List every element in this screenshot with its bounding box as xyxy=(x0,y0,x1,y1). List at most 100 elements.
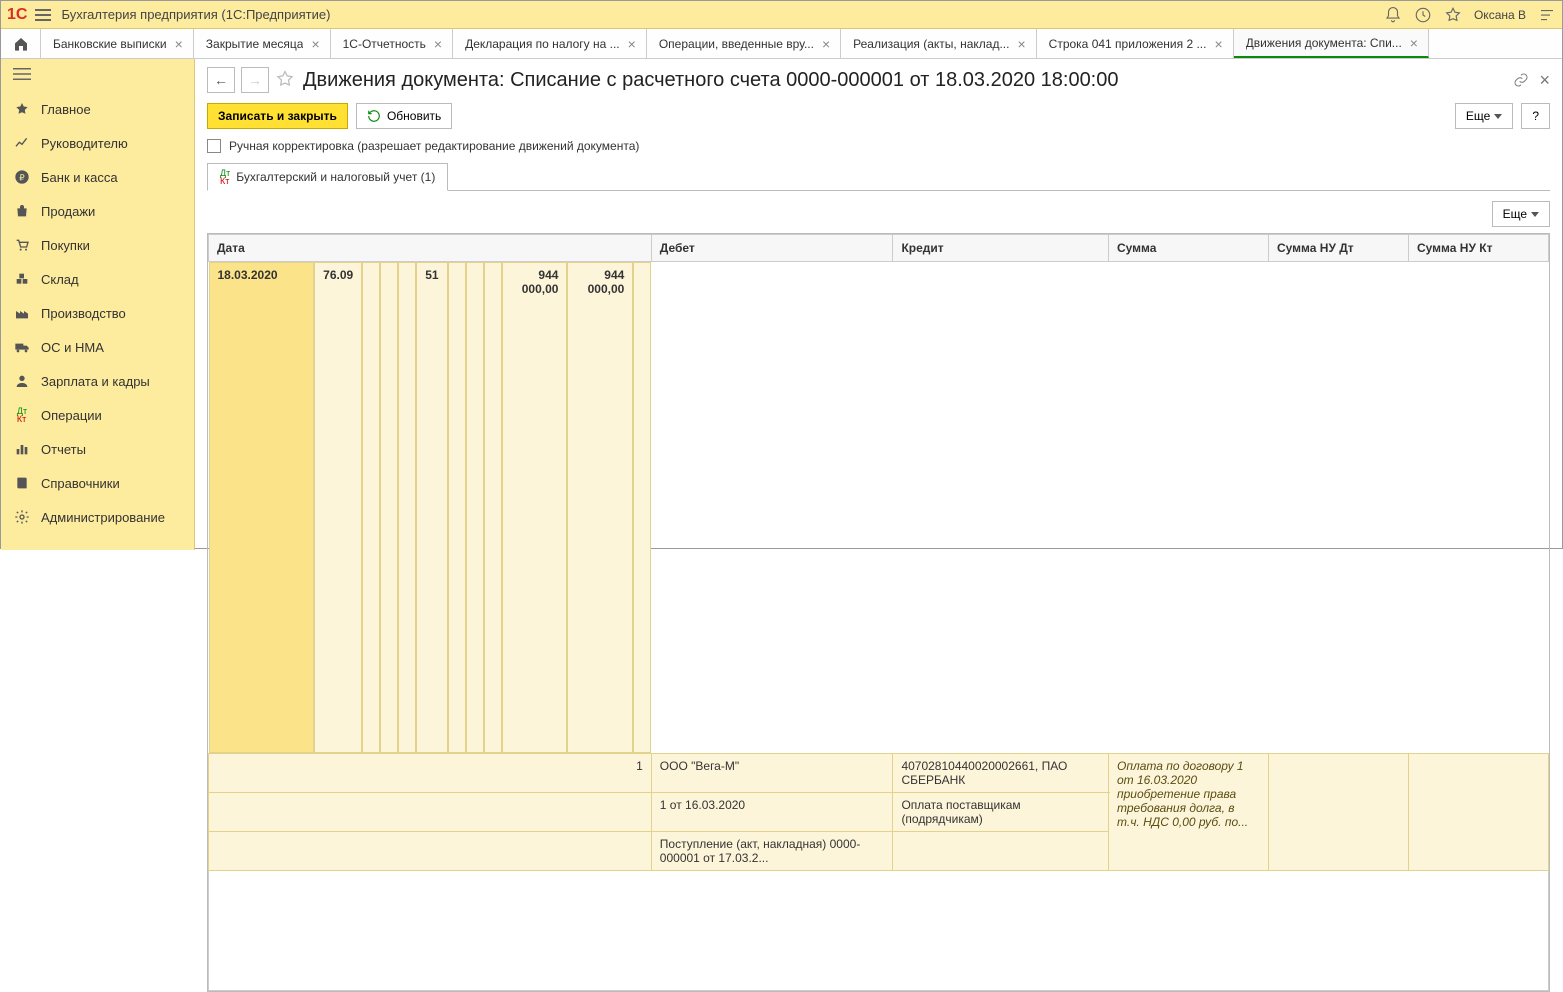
person-icon xyxy=(13,372,31,390)
manual-edit-label: Ручная корректировка (разрешает редактир… xyxy=(229,139,639,153)
close-icon[interactable]: × xyxy=(175,37,183,51)
app-title: Бухгалтерия предприятия (1С:Предприятие) xyxy=(61,7,330,22)
nav-back-button[interactable]: ← xyxy=(207,67,235,93)
close-icon[interactable]: × xyxy=(1017,37,1025,51)
cell-sum-nu-dt: 944 000,00 xyxy=(567,262,633,753)
panel-icon[interactable] xyxy=(1538,6,1556,24)
sidebar-item-main[interactable]: Главное xyxy=(1,92,194,126)
close-icon[interactable]: × xyxy=(434,37,442,51)
tab-tax-declaration[interactable]: Декларация по налогу на ...× xyxy=(453,29,647,58)
cell-debit-sub2: 1 от 16.03.2020 xyxy=(651,793,893,832)
bell-icon[interactable] xyxy=(1384,6,1402,24)
tab-document-movements[interactable]: Движения документа: Спи...× xyxy=(1234,29,1429,58)
col-sum-nu-kt[interactable]: Сумма НУ Кт xyxy=(1409,235,1549,262)
sidebar-item-sales[interactable]: Продажи xyxy=(1,194,194,228)
sidebar-item-admin[interactable]: Администрирование xyxy=(1,500,194,534)
sidebar-item-assets[interactable]: ОС и НМА xyxy=(1,330,194,364)
sidebar-item-label: Руководителю xyxy=(41,136,128,151)
sidebar-item-label: Банк и касса xyxy=(41,170,118,185)
tab-line-041[interactable]: Строка 041 приложения 2 ...× xyxy=(1037,29,1234,58)
menu-icon[interactable] xyxy=(35,9,51,21)
sidebar-item-catalogs[interactable]: Справочники xyxy=(1,466,194,500)
history-icon[interactable] xyxy=(1414,6,1432,24)
gear-icon xyxy=(13,508,31,526)
table-row[interactable]: 1 ООО "Вега-М" 40702810440020002661, ПАО… xyxy=(209,754,1549,793)
tab-realization[interactable]: Реализация (акты, наклад...× xyxy=(841,29,1037,58)
app-logo-icon: 1C xyxy=(7,6,27,24)
col-sum-nu-dt[interactable]: Сумма НУ Дт xyxy=(1269,235,1409,262)
svg-text:₽: ₽ xyxy=(19,172,25,182)
sidebar-item-purchases[interactable]: Покупки xyxy=(1,228,194,262)
document-tabs: Банковские выписки× Закрытие месяца× 1С-… xyxy=(1,29,1562,59)
col-debit[interactable]: Дебет xyxy=(651,235,893,262)
nav-forward-button[interactable]: → xyxy=(241,67,269,93)
home-tab[interactable] xyxy=(1,29,41,58)
tab-accounting[interactable]: ДтКт Бухгалтерский и налоговый учет (1) xyxy=(207,163,448,191)
close-icon[interactable]: × xyxy=(1214,37,1222,51)
user-name[interactable]: Оксана В xyxy=(1474,8,1526,22)
tab-manual-operations[interactable]: Операции, введенные вру...× xyxy=(647,29,841,58)
close-page-icon[interactable]: × xyxy=(1539,70,1550,91)
cell-debit-account: 76.09 xyxy=(314,262,362,753)
content: ← → Движения документа: Списание с расче… xyxy=(195,59,1562,550)
ruble-icon: ₽ xyxy=(13,168,31,186)
sidebar: Главное Руководителю ₽ Банк и касса Прода… xyxy=(1,59,195,550)
grid-empty-area xyxy=(208,871,1549,991)
boxes-icon xyxy=(13,270,31,288)
link-icon[interactable] xyxy=(1513,72,1529,88)
bars-icon xyxy=(13,440,31,458)
table-more-button[interactable]: Еще xyxy=(1492,201,1550,227)
sidebar-item-label: Справочники xyxy=(41,476,120,491)
cell-credit-sub2: Оплата поставщикам (подрядчикам) xyxy=(893,793,1109,832)
page-title: Движения документа: Списание с расчетног… xyxy=(303,69,1119,92)
table-row[interactable]: 18.03.2020 76.09 51 944 000,00 944 000,0… xyxy=(209,262,652,753)
col-date[interactable]: Дата xyxy=(209,235,652,262)
save-close-button[interactable]: Записать и закрыть xyxy=(207,103,348,129)
heading-row: ← → Движения документа: Списание с расче… xyxy=(207,67,1550,93)
dtkt-icon: ДтКт xyxy=(13,406,31,424)
cell-date: 18.03.2020 xyxy=(209,262,315,753)
chevron-down-icon xyxy=(1531,212,1539,217)
sidebar-item-warehouse[interactable]: Склад xyxy=(1,262,194,296)
help-button[interactable]: ? xyxy=(1521,103,1550,129)
manual-edit-checkbox-row: Ручная корректировка (разрешает редактир… xyxy=(207,139,1550,153)
sidebar-item-manager[interactable]: Руководителю xyxy=(1,126,194,160)
accounting-grid: Дата Дебет Кредит Сумма Сумма НУ Дт Сумм… xyxy=(207,233,1550,992)
close-icon[interactable]: × xyxy=(1410,36,1418,50)
titlebar: 1C Бухгалтерия предприятия (1С:Предприят… xyxy=(1,1,1562,29)
col-credit[interactable]: Кредит xyxy=(893,235,1109,262)
tab-1c-reporting[interactable]: 1С-Отчетность× xyxy=(331,29,453,58)
col-sum[interactable]: Сумма xyxy=(1109,235,1269,262)
close-icon[interactable]: × xyxy=(311,37,319,51)
star-icon[interactable] xyxy=(1444,6,1462,24)
close-icon[interactable]: × xyxy=(628,37,636,51)
sidebar-item-operations[interactable]: ДтКтОперации xyxy=(1,398,194,432)
tab-bank-statements[interactable]: Банковские выписки× xyxy=(41,29,194,58)
sidebar-item-label: Отчеты xyxy=(41,442,86,457)
sidebar-item-production[interactable]: Производство xyxy=(1,296,194,330)
tab-month-close[interactable]: Закрытие месяца× xyxy=(194,29,331,58)
refresh-button[interactable]: Обновить xyxy=(356,103,452,129)
table-header-row: Дата Дебет Кредит Сумма Сумма НУ Дт Сумм… xyxy=(209,235,1549,262)
close-icon[interactable]: × xyxy=(822,37,830,51)
factory-icon xyxy=(13,304,31,322)
chevron-down-icon xyxy=(1494,114,1502,119)
more-button[interactable]: Еще xyxy=(1455,103,1513,129)
truck-icon xyxy=(13,338,31,356)
sidebar-item-label: Администрирование xyxy=(41,510,165,525)
register-tabs: ДтКт Бухгалтерский и налоговый учет (1) xyxy=(207,163,1550,191)
cell-seq: 1 xyxy=(209,754,652,793)
chart-line-icon xyxy=(13,134,31,152)
sidebar-item-bank[interactable]: ₽ Банк и касса xyxy=(1,160,194,194)
dtkt-icon: ДтКт xyxy=(220,169,230,185)
table-area: Еще Дата Дебет Кредит Сумма Сумма НУ Дт … xyxy=(207,201,1550,992)
sidebar-menu-icon[interactable] xyxy=(1,59,194,92)
cell-credit-sub1: 40702810440020002661, ПАО СБЕРБАНК xyxy=(893,754,1109,793)
sidebar-item-salary[interactable]: Зарплата и кадры xyxy=(1,364,194,398)
star-filled-icon xyxy=(13,100,31,118)
sidebar-item-label: Склад xyxy=(41,272,79,287)
manual-edit-checkbox[interactable] xyxy=(207,139,221,153)
favorite-star-icon[interactable] xyxy=(275,69,297,91)
sidebar-item-reports[interactable]: Отчеты xyxy=(1,432,194,466)
sidebar-item-label: Покупки xyxy=(41,238,90,253)
